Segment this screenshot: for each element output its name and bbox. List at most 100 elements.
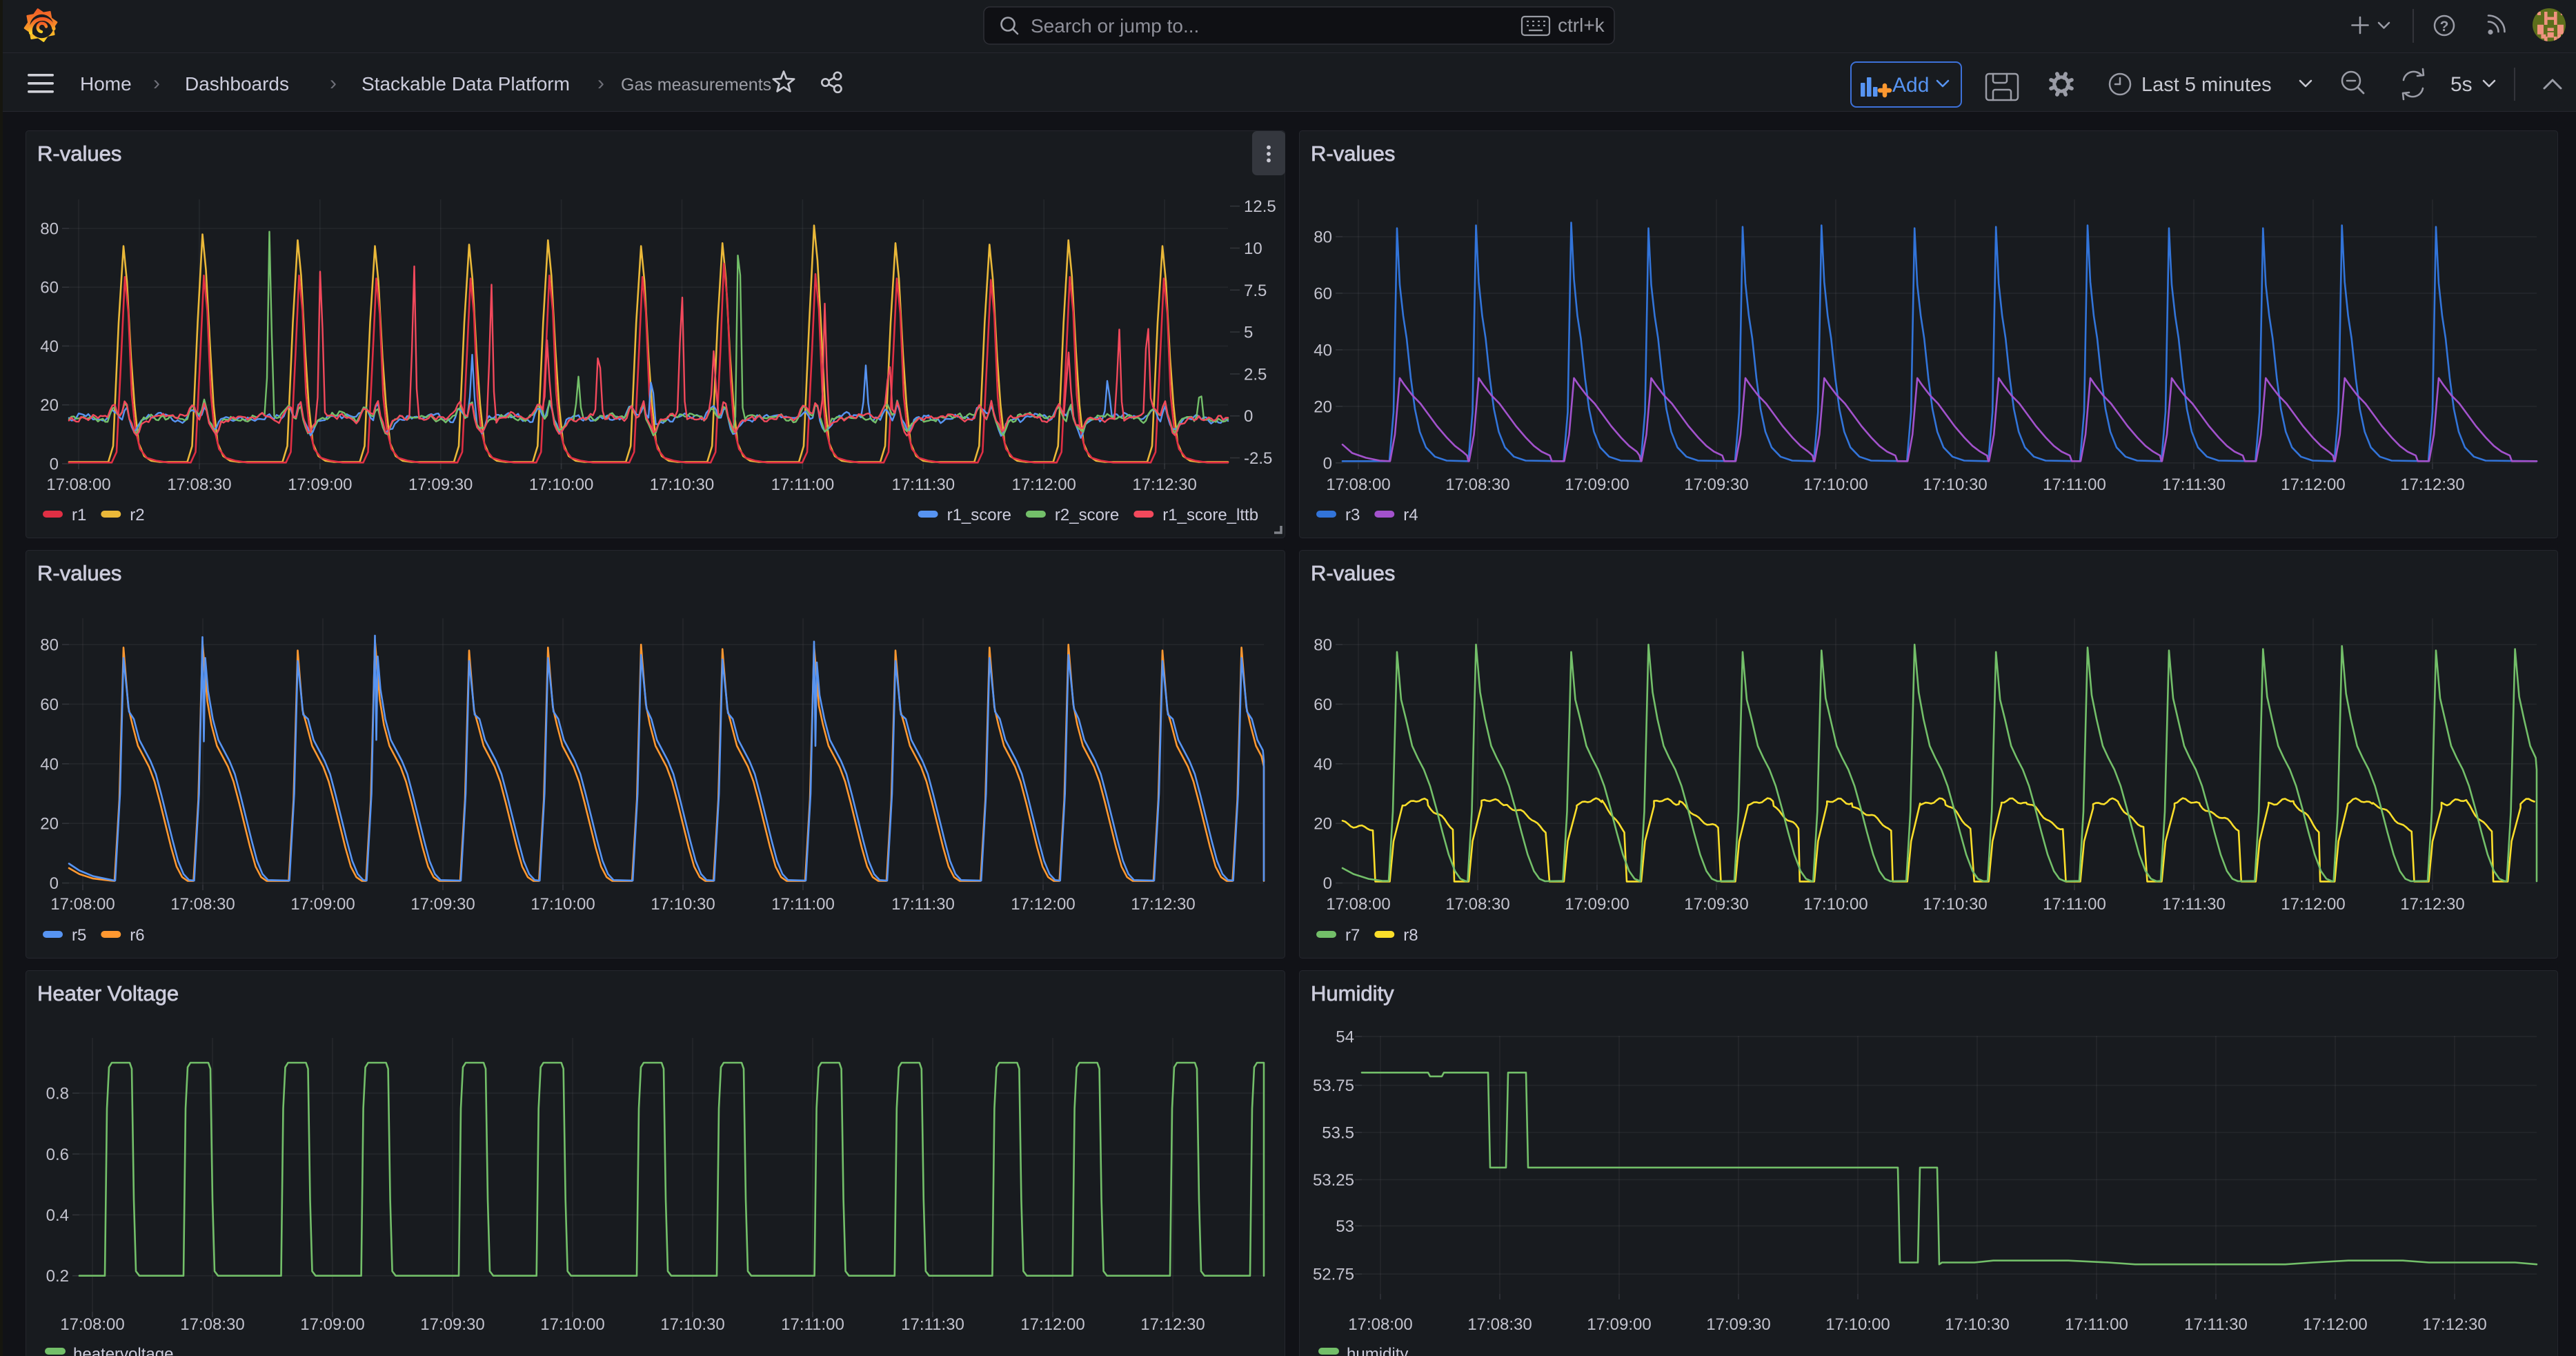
svg-text:heatervoltage: heatervoltage <box>73 1345 173 1356</box>
svg-text:17:11:30: 17:11:30 <box>2162 895 2226 914</box>
svg-text:40: 40 <box>40 755 59 774</box>
svg-text:R-values: R-values <box>1311 561 1395 585</box>
svg-text:17:11:30: 17:11:30 <box>891 475 955 494</box>
svg-text:17:12:30: 17:12:30 <box>1131 895 1195 914</box>
svg-text:17:12:00: 17:12:00 <box>1011 475 1076 494</box>
svg-text:Heater Voltage: Heater Voltage <box>37 981 179 1005</box>
svg-text:17:09:30: 17:09:30 <box>1706 1315 1770 1334</box>
svg-text:R-values: R-values <box>37 561 121 585</box>
svg-text:80: 80 <box>40 636 59 655</box>
svg-text:17:12:00: 17:12:00 <box>2303 1315 2367 1334</box>
svg-text:›: › <box>330 72 337 95</box>
svg-text:0.2: 0.2 <box>46 1267 69 1286</box>
svg-text:17:09:00: 17:09:00 <box>1587 1315 1651 1334</box>
svg-text:17:08:00: 17:08:00 <box>1326 475 1390 494</box>
svg-text:0.6: 0.6 <box>46 1146 69 1164</box>
svg-text:ctrl+k: ctrl+k <box>1558 14 1605 36</box>
svg-text:17:09:00: 17:09:00 <box>1565 895 1629 914</box>
svg-text:40: 40 <box>1314 755 1332 774</box>
svg-text:53.25: 53.25 <box>1313 1171 1354 1190</box>
svg-text:5: 5 <box>1244 324 1253 342</box>
svg-text:17:11:30: 17:11:30 <box>2184 1315 2248 1334</box>
svg-text:17:08:30: 17:08:30 <box>1467 1315 1532 1334</box>
svg-text:17:08:00: 17:08:00 <box>50 895 115 914</box>
svg-text:0: 0 <box>1244 407 1253 426</box>
svg-text:0.4: 0.4 <box>46 1206 69 1225</box>
svg-text:17:11:00: 17:11:00 <box>2043 475 2106 494</box>
svg-text:17:10:00: 17:10:00 <box>1803 895 1867 914</box>
svg-text:humidity: humidity <box>1347 1345 1408 1356</box>
svg-text:Humidity: Humidity <box>1311 981 1394 1005</box>
svg-text:Dashboards: Dashboards <box>185 73 289 95</box>
svg-text:›: › <box>153 72 160 95</box>
svg-text:0: 0 <box>50 455 59 474</box>
svg-text:17:11:00: 17:11:00 <box>771 475 835 494</box>
svg-text:20: 20 <box>1314 815 1332 834</box>
svg-text:17:10:00: 17:10:00 <box>1803 475 1867 494</box>
svg-text:20: 20 <box>40 396 59 415</box>
svg-text:17:11:00: 17:11:00 <box>2065 1315 2128 1334</box>
svg-text:80: 80 <box>40 220 59 239</box>
svg-text:60: 60 <box>40 279 59 297</box>
svg-text:Stackable Data Platform: Stackable Data Platform <box>361 73 570 95</box>
svg-text:17:08:00: 17:08:00 <box>60 1315 124 1334</box>
svg-text:17:11:00: 17:11:00 <box>781 1315 844 1334</box>
svg-text:5s: 5s <box>2450 73 2473 96</box>
svg-text:17:10:30: 17:10:30 <box>660 1315 724 1334</box>
svg-text:r5: r5 <box>72 926 86 945</box>
svg-text:r2: r2 <box>130 506 144 524</box>
svg-text:r6: r6 <box>130 926 144 945</box>
svg-text:r8: r8 <box>1403 926 1418 945</box>
svg-text:17:09:30: 17:09:30 <box>408 475 473 494</box>
svg-text:r7: r7 <box>1345 926 1360 945</box>
svg-text:40: 40 <box>40 337 59 356</box>
svg-text:17:10:30: 17:10:30 <box>650 475 714 494</box>
svg-text:17:10:00: 17:10:00 <box>529 475 593 494</box>
svg-text:20: 20 <box>1314 397 1332 416</box>
svg-text:17:09:00: 17:09:00 <box>300 1315 364 1334</box>
svg-text:80: 80 <box>1314 636 1332 655</box>
svg-text:17:11:30: 17:11:30 <box>901 1315 964 1334</box>
svg-text:17:10:30: 17:10:30 <box>1945 1315 2009 1334</box>
svg-text:52.75: 52.75 <box>1313 1266 1354 1284</box>
svg-text:12.5: 12.5 <box>1244 197 1276 216</box>
svg-text:17:08:30: 17:08:30 <box>1445 475 1509 494</box>
svg-text:17:12:30: 17:12:30 <box>1140 1315 1205 1334</box>
svg-text:17:08:30: 17:08:30 <box>180 1315 244 1334</box>
svg-text:7.5: 7.5 <box>1244 282 1267 300</box>
svg-text:0: 0 <box>1323 874 1332 893</box>
svg-text:54: 54 <box>1336 1028 1354 1047</box>
svg-text:17:11:30: 17:11:30 <box>891 895 955 914</box>
svg-text:17:09:30: 17:09:30 <box>1684 895 1748 914</box>
svg-text:17:11:00: 17:11:00 <box>2043 895 2106 914</box>
svg-text:Home: Home <box>80 73 132 95</box>
svg-text:17:09:30: 17:09:30 <box>410 895 475 914</box>
svg-text:17:08:30: 17:08:30 <box>170 895 235 914</box>
svg-text:80: 80 <box>1314 228 1332 247</box>
svg-text:17:08:30: 17:08:30 <box>1445 895 1509 914</box>
svg-text:›: › <box>597 72 604 95</box>
svg-text:17:11:00: 17:11:00 <box>771 895 835 914</box>
svg-text:?: ? <box>2440 19 2449 35</box>
svg-text:53: 53 <box>1336 1217 1354 1236</box>
svg-text:r4: r4 <box>1403 506 1418 524</box>
svg-text:17:12:00: 17:12:00 <box>2281 475 2345 494</box>
svg-text:17:10:00: 17:10:00 <box>1825 1315 1890 1334</box>
svg-text:0.8: 0.8 <box>46 1085 69 1103</box>
svg-text:Search or jump to...: Search or jump to... <box>1031 15 1199 37</box>
svg-text:17:10:30: 17:10:30 <box>1923 475 1987 494</box>
svg-text:r3: r3 <box>1345 506 1360 524</box>
svg-text:17:12:30: 17:12:30 <box>2400 895 2464 914</box>
svg-text:53.5: 53.5 <box>1322 1124 1354 1143</box>
svg-text:40: 40 <box>1314 341 1332 360</box>
svg-text:17:08:00: 17:08:00 <box>1326 895 1390 914</box>
svg-text:17:09:30: 17:09:30 <box>420 1315 484 1334</box>
svg-text:R-values: R-values <box>1311 141 1395 166</box>
svg-text:60: 60 <box>1314 696 1332 714</box>
svg-text:60: 60 <box>40 696 59 714</box>
svg-text:17:12:00: 17:12:00 <box>2281 895 2345 914</box>
svg-text:2.5: 2.5 <box>1244 365 1267 384</box>
svg-text:20: 20 <box>40 815 59 834</box>
svg-text:53.75: 53.75 <box>1313 1077 1354 1095</box>
svg-text:Add: Add <box>1892 74 1929 97</box>
